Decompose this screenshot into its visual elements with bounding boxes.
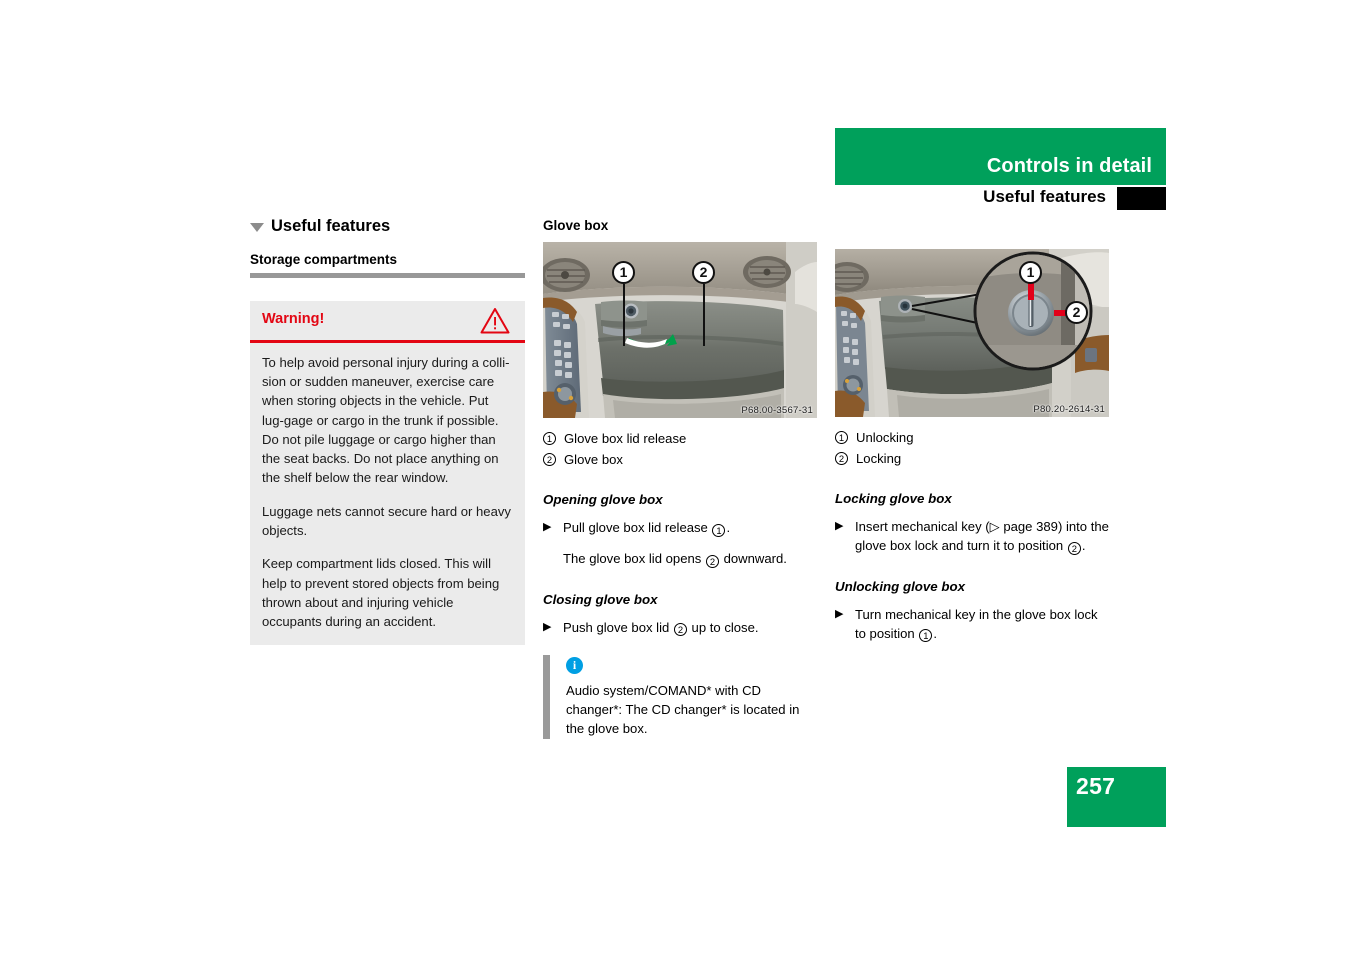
opening-step-text-a-end: . xyxy=(726,520,731,535)
bullet-arrow-icon: ▶ xyxy=(835,607,844,620)
warning-paragraph-1: To help avoid personal injury during a c… xyxy=(262,354,510,486)
legend-item: 2 Locking xyxy=(835,449,1110,469)
info-icon: i xyxy=(566,656,583,674)
warning-body: To help avoid personal injury during a c… xyxy=(250,343,525,645)
opening-step: ▶ Pull glove box lid release 1. xyxy=(543,518,818,537)
callout-1: 1 xyxy=(1019,261,1042,284)
closing-step-text-a: Push glove box lid xyxy=(563,619,673,635)
unlocking-step-part1: Turn mechanical key in the glove box loc… xyxy=(855,606,1098,641)
note-side-bar xyxy=(543,654,550,739)
page-number-block: 257 xyxy=(1067,767,1166,827)
legend-number: 2 xyxy=(835,451,848,465)
locking-step-part2: . xyxy=(1081,538,1086,554)
locking-step: ▶ Insert mechanical key (▷ page 389) int… xyxy=(835,517,1110,556)
opening-step-text-a: Pull glove box lid release xyxy=(563,520,712,535)
legend-number: 2 xyxy=(543,452,556,466)
glove-box-heading: Glove box xyxy=(543,218,609,233)
locking-step-text: Insert mechanical key (▷ page 389) into … xyxy=(855,517,1110,556)
callout-2: 2 xyxy=(692,261,715,284)
opening-step-text: Pull glove box lid release 1. xyxy=(563,518,818,537)
running-header-chapter-title: Controls in detail xyxy=(986,155,1152,177)
inline-callout-1: 1 xyxy=(919,629,933,643)
locking-glove-box-heading: Locking glove box xyxy=(835,491,952,506)
legend-label: Glove box lid release xyxy=(564,431,687,446)
warning-paragraph-3: Keep compartment lids closed. This will … xyxy=(262,556,500,630)
inline-callout-2: 2 xyxy=(1067,541,1081,555)
leader-line-2 xyxy=(703,284,706,346)
figure-legend: 1 Glove box lid release 2 Glove box xyxy=(543,429,818,469)
unlocking-step: ▶ Turn mechanical key in the glove box l… xyxy=(835,605,1110,644)
chapter-heading-label: Useful features xyxy=(271,217,391,235)
figure-glove-box-lock-illustration xyxy=(835,249,1109,417)
warning-label: Warning! xyxy=(262,310,325,327)
legend-item: 1 Glove box lid release xyxy=(543,429,818,449)
leader-line-1 xyxy=(623,284,626,346)
section-heading: Storage compartments xyxy=(250,251,398,267)
unlocking-step-part2: . xyxy=(933,625,937,641)
legend-label: Locking xyxy=(856,450,902,466)
running-header-section: Useful features xyxy=(835,187,1166,210)
left-column: Useful features Storage compartments War… xyxy=(250,218,525,645)
manual-page: Controls in detail Useful features Usefu… xyxy=(0,0,1351,954)
chapter-thumb-tab-marker xyxy=(1117,187,1166,210)
legend-number: 1 xyxy=(835,431,848,444)
figure-glove-box-lock: 1 2 P80.20-2614-31 xyxy=(835,249,1109,417)
inline-callout-1: 1 xyxy=(712,523,726,537)
legend-number: 1 xyxy=(543,432,556,445)
closing-step: ▶ Push glove box lid 2 up to close. xyxy=(543,618,818,637)
opening-result-a-end: downward. xyxy=(719,551,787,567)
inline-callout-2: 2 xyxy=(673,623,687,637)
legend-item: 2 Glove box xyxy=(543,450,818,470)
triangle-down-icon xyxy=(250,222,264,232)
figure-glove-box: 1 2 P68.00-3567-31 xyxy=(543,242,817,418)
page-number: 257 xyxy=(1076,773,1116,799)
inline-callout-2: 2 xyxy=(705,554,719,568)
figure-code: P68.00-3567-31 xyxy=(741,405,813,416)
warning-box: Warning! To help avoid personal injury d… xyxy=(250,300,525,645)
legend-label: Glove box xyxy=(564,451,623,467)
chapter-heading: Useful features xyxy=(250,218,525,235)
closing-glove-box-heading: Closing glove box xyxy=(543,591,658,607)
middle-column: Glove box 1 2 P68.00-3567-31 1 Glove box… xyxy=(543,218,818,739)
figure-code: P80.20-2614-31 xyxy=(1033,404,1105,415)
opening-result-a: The glove box lid opens xyxy=(563,551,705,567)
opening-glove-box-heading: Opening glove box xyxy=(543,492,663,507)
bullet-arrow-icon: ▶ xyxy=(543,620,552,633)
warning-box-header: Warning! xyxy=(250,301,525,343)
note-content: i Audio system/COMAND* with CD changer*:… xyxy=(550,655,818,739)
unlocking-step-text: Turn mechanical key in the glove box loc… xyxy=(855,605,1110,644)
right-column: 1 2 P80.20-2614-31 1 Unlocking 2 Locking… xyxy=(835,249,1110,643)
warning-paragraph-2: Luggage nets cannot secure hard or heavy… xyxy=(262,503,511,539)
section-rule xyxy=(250,272,525,278)
bullet-arrow-icon: ▶ xyxy=(835,520,844,532)
figure-glove-box-illustration xyxy=(543,242,817,418)
running-header-section-title: Useful features xyxy=(983,187,1106,206)
running-header-chapter-band: Controls in detail xyxy=(835,128,1166,185)
info-note: i Audio system/COMAND* with CD changer*:… xyxy=(543,654,818,739)
closing-step-text-a-end: up to close. xyxy=(687,619,759,635)
opening-result-text: The glove box lid opens 2 downward. xyxy=(563,549,818,568)
note-text: Audio system/COMAND* with CD changer*: T… xyxy=(566,682,800,737)
callout-1: 1 xyxy=(612,261,635,284)
bullet-arrow-icon: ▶ xyxy=(543,521,552,533)
unlocking-glove-box-heading: Unlocking glove box xyxy=(835,578,966,594)
warning-triangle-icon xyxy=(480,307,510,334)
legend-label: Unlocking xyxy=(856,430,914,445)
closing-step-text: Push glove box lid 2 up to close. xyxy=(563,618,818,637)
figure-legend: 1 Unlocking 2 Locking xyxy=(835,428,1110,468)
legend-item: 1 Unlocking xyxy=(835,428,1110,448)
callout-2: 2 xyxy=(1065,301,1088,324)
